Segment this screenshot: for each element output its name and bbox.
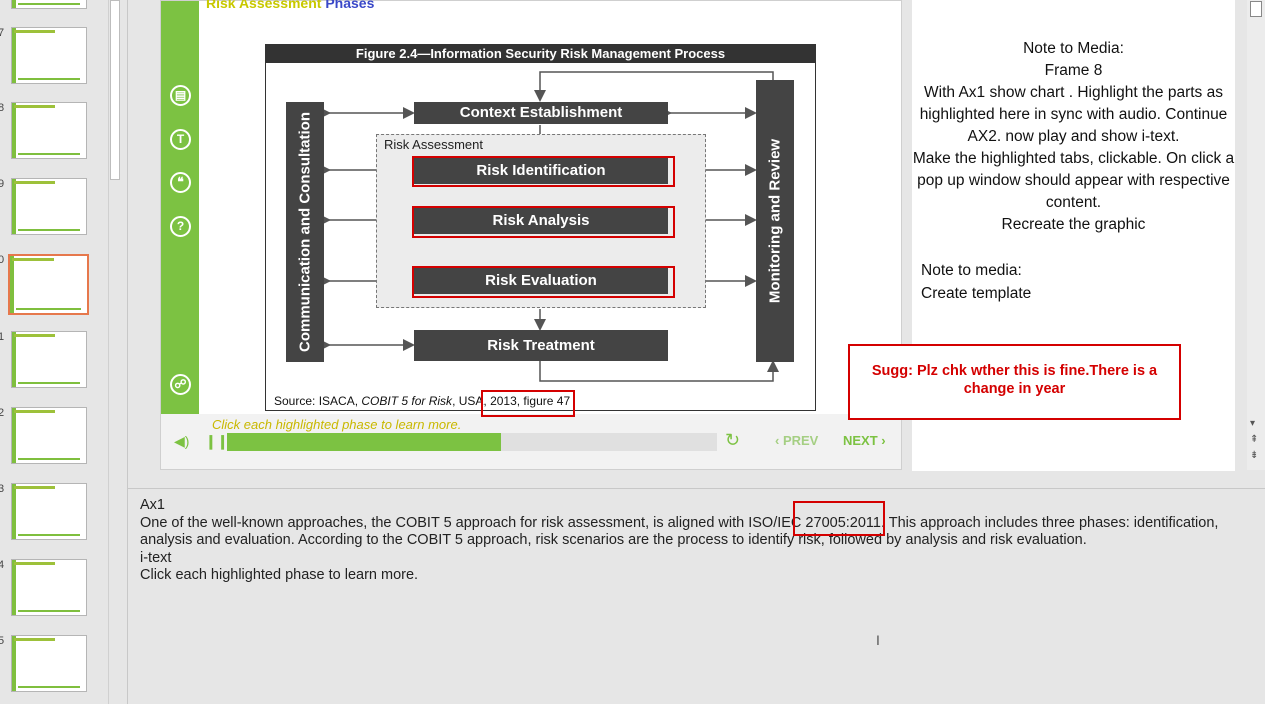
- note-line: Create template: [921, 285, 1032, 302]
- source-prefix: Source: ISACA,: [274, 394, 362, 408]
- note-left-text: Note to media: Create template: [921, 259, 1221, 305]
- progress-fill: [227, 433, 502, 451]
- glossary-icon[interactable]: T: [170, 129, 191, 150]
- source-year-highlight: [481, 390, 575, 417]
- left-toolbar: ▤ T ❝? ☍: [161, 1, 199, 414]
- thumbnail-number: 3: [0, 483, 4, 495]
- slide-thumbnail[interactable]: [8, 254, 89, 315]
- context-establishment-box: Context Establishment: [414, 102, 668, 124]
- notes-icon[interactable]: ▤: [170, 85, 191, 106]
- prev-button[interactable]: ‹ PREV: [775, 433, 818, 448]
- powerpoint-window: 7 8 9 0 1 2 3 4 5 ▤ T ❝? ☍ Risk Assessment Phases: [0, 0, 1265, 704]
- quote-icon[interactable]: ❝: [170, 172, 191, 193]
- replay-icon[interactable]: ↻: [725, 430, 740, 451]
- identification-highlight: [412, 156, 675, 187]
- thumbnail-number: 9: [0, 178, 4, 190]
- notes-body: One of the well-known approaches, the CO…: [140, 514, 1219, 549]
- thumbnail-number: 1: [0, 331, 4, 343]
- thumbnail-number: 7: [0, 27, 4, 39]
- note-line: Note to media:: [921, 262, 1022, 279]
- slide-thumbnail[interactable]: [11, 559, 87, 616]
- thumbnail-number: 4: [0, 559, 4, 571]
- note-center-text: Note to Media: Frame 8 With Ax1 show chart…: [912, 38, 1235, 236]
- monitoring-label: Monitoring and Review: [766, 138, 784, 304]
- evaluation-highlight: [412, 266, 675, 298]
- note-line: Recreate the graphic: [1001, 216, 1146, 233]
- thumbnail-number: 2: [0, 407, 4, 419]
- slide-thumbnail[interactable]: [11, 27, 87, 84]
- notes-itext: Click each highlighted phase to learn mo…: [140, 567, 419, 583]
- communication-label: Communication and Consultation: [296, 112, 314, 352]
- slide-thumbnails-pane: 7 8 9 0 1 2 3 4 5: [0, 0, 128, 704]
- note-line: Note to Media:: [1023, 40, 1124, 57]
- thumbnail-scrollbar-thumb[interactable]: [110, 0, 120, 180]
- speaker-notes[interactable]: Ax1 One of the well-known approaches, th…: [140, 497, 1250, 585]
- chat-icon[interactable]: ☍: [170, 374, 191, 395]
- slide-thumbnail[interactable]: [11, 0, 87, 9]
- monitoring-bar: Monitoring and Review: [756, 80, 794, 362]
- text-cursor-icon: I: [876, 632, 880, 648]
- thumbnail-number: 8: [0, 102, 4, 114]
- slide-title: Risk Assessment Phases: [206, 0, 374, 11]
- next-slide-icon[interactable]: ⇟: [1250, 450, 1258, 461]
- scrollbar-thumb[interactable]: [1250, 1, 1262, 17]
- volume-icon[interactable]: ◀): [174, 433, 189, 450]
- pause-icon[interactable]: ❙❙: [205, 433, 228, 450]
- slide-vertical-scrollbar[interactable]: ▾ ⇞ ⇟: [1247, 0, 1265, 470]
- slide-thumbnail[interactable]: [11, 178, 87, 235]
- scroll-down-icon[interactable]: ▾: [1250, 418, 1255, 429]
- risk-treatment-box: Risk Treatment: [414, 330, 668, 361]
- note-line: With Ax1 show chart . Highlight the part…: [919, 84, 1228, 145]
- notes-label-ax1: Ax1: [140, 497, 165, 513]
- slide-thumbnail[interactable]: [11, 407, 87, 464]
- previous-slide-icon[interactable]: ⇞: [1250, 434, 1258, 445]
- thumbnail-scrollbar[interactable]: [108, 0, 121, 704]
- notes-divider[interactable]: [128, 488, 1265, 489]
- slide-thumbnail[interactable]: [11, 102, 87, 159]
- slide-title-part2: Phases: [325, 0, 375, 11]
- player-controls: Click each highlighted phase to learn mo…: [161, 414, 901, 469]
- progress-bar[interactable]: [227, 433, 717, 451]
- instruction-text: Click each highlighted phase to learn mo…: [212, 417, 462, 432]
- note-line: Make the highlighted tabs, clickable. On…: [912, 150, 1235, 211]
- next-button[interactable]: NEXT ›: [843, 433, 886, 448]
- source-title: COBIT 5 for Risk: [361, 394, 453, 408]
- slide-thumbnail[interactable]: [11, 635, 87, 692]
- risk-assessment-label: Risk Assessment: [384, 137, 483, 152]
- slide-thumbnail[interactable]: [11, 331, 87, 388]
- risk-process-figure: Figure 2.4—Information Security Risk Man…: [265, 44, 816, 411]
- note-line: Frame 8: [1044, 62, 1103, 79]
- thumbnail-number: 5: [0, 635, 4, 647]
- suggestion-callout: Sugg: Plz chk wther this is fine.There i…: [848, 344, 1181, 420]
- figure-heading: Figure 2.4—Information Security Risk Man…: [266, 45, 815, 63]
- thumbnail-number: 0: [0, 254, 4, 266]
- slide-title-part1: Risk Assessment: [206, 0, 322, 11]
- notes-year-highlight: [793, 501, 885, 536]
- slide-thumbnail[interactable]: [11, 483, 87, 540]
- analysis-highlight: [412, 206, 675, 238]
- notes-itext-label: i-text: [140, 549, 172, 566]
- help-icon[interactable]: ?: [170, 216, 191, 237]
- communication-bar: Communication and Consultation: [286, 102, 324, 362]
